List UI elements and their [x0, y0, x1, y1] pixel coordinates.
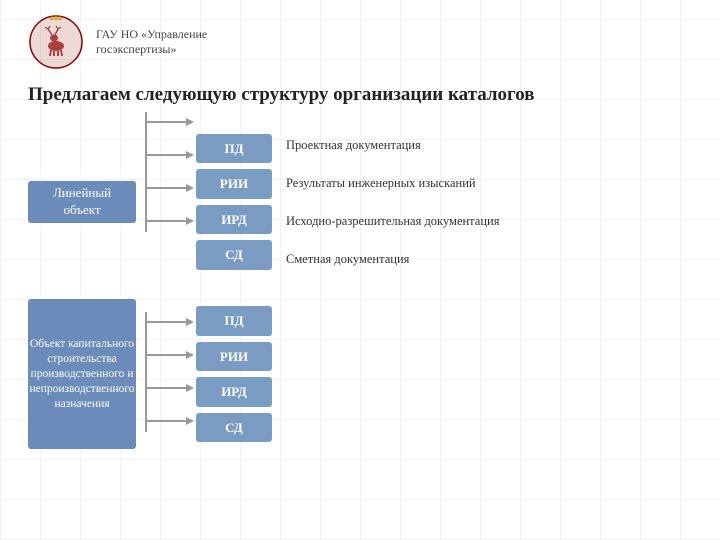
row1-left-box: Линейный объект: [28, 181, 136, 223]
header: ГАУ НО «Управление госэкспертизы»: [28, 14, 692, 70]
row1-label-rii: Результаты инженерных изысканий: [286, 167, 499, 199]
row1-center-items: ПД РИИ ИРД СД: [196, 134, 272, 270]
row1-right-labels: Проектная документация Результаты инжене…: [286, 129, 499, 275]
row2-center-items: ПД РИИ ИРД СД: [196, 306, 272, 442]
diagram-section: Линейный объект ПД РИИ ИРД СД: [28, 129, 692, 452]
row2-left-box: Объект капитального строительства произв…: [28, 299, 136, 449]
row1-label-sd: Сметная документация: [286, 243, 499, 275]
row2: Объект капитального строительства произв…: [28, 297, 692, 452]
row1-label-ird: Исходно-разрешительная документация: [286, 205, 499, 237]
page-title: Предлагаем следующую структуру организац…: [28, 84, 692, 107]
org-name-text: ГАУ НО «Управление госэкспертизы»: [96, 27, 207, 57]
org-line1: ГАУ НО «Управление: [96, 27, 207, 42]
row2-item-pd: ПД: [196, 306, 272, 336]
org-line2: госэкспертизы»: [96, 42, 207, 57]
row1-item-sd: СД: [196, 240, 272, 270]
row1-connector-svg: [136, 92, 196, 252]
row1: Линейный объект ПД РИИ ИРД СД: [28, 129, 692, 275]
row1-item-rii: РИИ: [196, 169, 272, 199]
row2-item-ird: ИРД: [196, 377, 272, 407]
main-content: ГАУ НО «Управление госэкспертизы» Предла…: [0, 0, 720, 466]
row2-item-sd: СД: [196, 413, 272, 443]
row2-item-rii: РИИ: [196, 342, 272, 372]
row1-item-ird: ИРД: [196, 205, 272, 235]
row2-connector-svg: [136, 292, 196, 452]
row1-item-pd: ПД: [196, 134, 272, 164]
row1-label-pd: Проектная документация: [286, 129, 499, 161]
logo-icon: [28, 14, 84, 70]
